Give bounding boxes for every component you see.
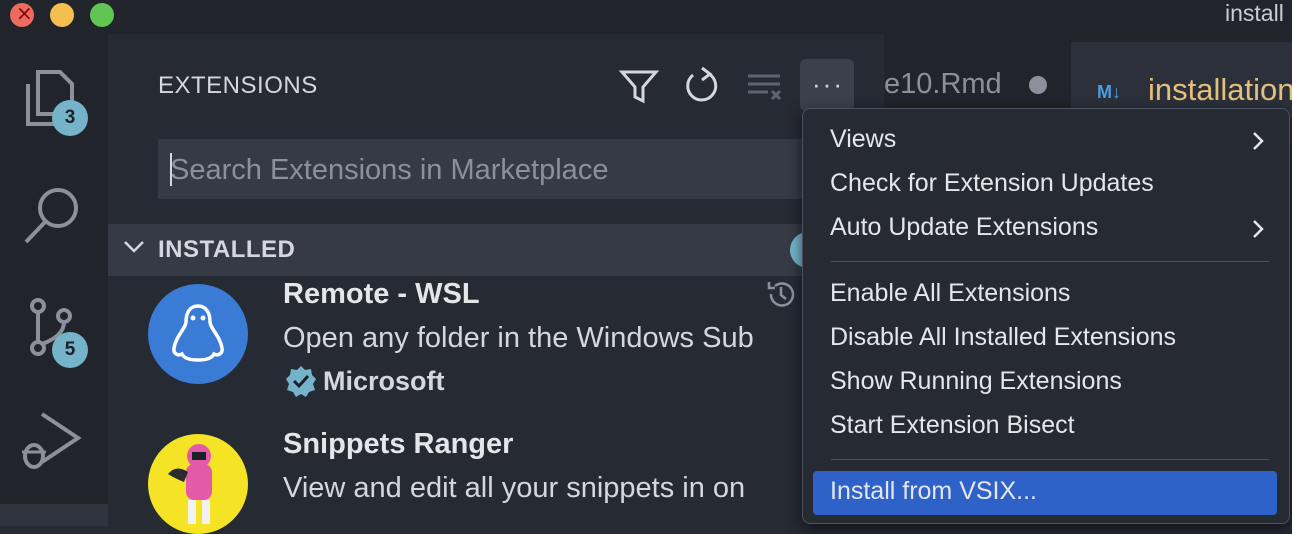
- search-icon: [24, 188, 78, 244]
- menu-item-label: Start Extension Bisect: [830, 411, 1075, 439]
- close-window-button[interactable]: [10, 1, 34, 27]
- menu-item-label: Views: [830, 125, 897, 153]
- text-caret: [170, 153, 172, 186]
- menu-item-show-running[interactable]: Show Running Extensions: [813, 361, 1277, 405]
- menu-item-label: Check for Extension Updates: [830, 169, 1154, 197]
- installed-section-label: INSTALLED: [158, 236, 296, 263]
- ranger-character-icon: [148, 434, 248, 534]
- chevron-right-icon: [1253, 220, 1264, 238]
- tab-label: e10.Rmd: [884, 68, 1002, 100]
- refresh-button[interactable]: [676, 62, 726, 112]
- installed-section-header[interactable]: INSTALLED: [108, 224, 808, 276]
- menu-item-install-vsix[interactable]: Install from VSIX...: [813, 471, 1277, 515]
- ellipsis-icon: ···: [812, 69, 844, 99]
- chevron-down-icon: [124, 241, 144, 253]
- sidebar-title: EXTENSIONS: [158, 72, 318, 99]
- search-extensions-input[interactable]: [158, 139, 812, 201]
- explorer-badge: 3: [52, 100, 88, 136]
- menu-item-label: Disable All Installed Extensions: [830, 323, 1177, 351]
- extension-item[interactable]: Remote - WSL Open any folder in the Wind…: [108, 276, 808, 426]
- menu-item-disable-all[interactable]: Disable All Installed Extensions: [813, 317, 1277, 361]
- extension-item[interactable]: Snippets Ranger View and edit all your s…: [108, 426, 808, 534]
- more-actions-button[interactable]: ···: [800, 59, 854, 111]
- filter-icon: [618, 70, 660, 104]
- menu-separator: [831, 261, 1269, 262]
- zoom-window-button[interactable]: [90, 3, 114, 27]
- search-button[interactable]: [18, 184, 88, 254]
- extensions-sidebar: EXTENSIONS ··· INSTALLED: [108, 34, 884, 534]
- extension-name: Snippets Ranger: [283, 428, 514, 460]
- filter-button[interactable]: [614, 62, 664, 112]
- menu-item-views[interactable]: Views: [813, 119, 1277, 163]
- menu-item-bisect[interactable]: Start Extension Bisect: [813, 405, 1277, 449]
- source-control-badge: 5: [52, 332, 88, 368]
- run-debug-icon: [22, 412, 82, 469]
- markdown-icon: M↓: [1097, 82, 1121, 102]
- clear-results-button[interactable]: [740, 62, 790, 112]
- verified-publisher-icon: [286, 366, 316, 397]
- menu-item-label: Install from VSIX...: [830, 477, 1038, 505]
- more-actions-menu: Views Check for Extension Updates Auto U…: [802, 108, 1290, 524]
- extension-description: Open any folder in the Windows Sub: [283, 322, 754, 354]
- extension-publisher: Microsoft: [323, 366, 445, 396]
- unsaved-dot-icon: [1029, 76, 1047, 94]
- activity-bar: 3 5: [0, 34, 108, 526]
- menu-item-enable-all[interactable]: Enable All Extensions: [813, 273, 1277, 317]
- extension-description: View and edit all your snippets in on: [283, 472, 746, 504]
- explorer-button[interactable]: 3: [18, 64, 88, 136]
- tab-label: installation: [1148, 72, 1292, 107]
- chevron-right-icon: [1253, 132, 1264, 150]
- history-icon: [767, 282, 795, 307]
- clear-all-icon: [748, 74, 782, 101]
- search-box[interactable]: [158, 139, 818, 201]
- refresh-icon: [686, 66, 718, 102]
- tux-icon: [148, 284, 248, 384]
- minimize-window-button[interactable]: [50, 3, 74, 27]
- menu-item-label: Show Running Extensions: [830, 367, 1122, 395]
- extension-name: Remote - WSL: [283, 278, 480, 310]
- menu-item-label: Auto Update Extensions: [830, 213, 1099, 241]
- title-bar: install: [0, 0, 1292, 34]
- menu-item-check-updates[interactable]: Check for Extension Updates: [813, 163, 1277, 207]
- window-title: install: [1225, 0, 1284, 26]
- menu-item-label: Enable All Extensions: [830, 279, 1071, 307]
- run-debug-button[interactable]: [18, 408, 88, 478]
- extensions-activity-button[interactable]: [0, 504, 108, 526]
- menu-separator: [831, 459, 1269, 460]
- menu-item-auto-update[interactable]: Auto Update Extensions: [813, 207, 1277, 251]
- source-control-button[interactable]: 5: [18, 292, 88, 368]
